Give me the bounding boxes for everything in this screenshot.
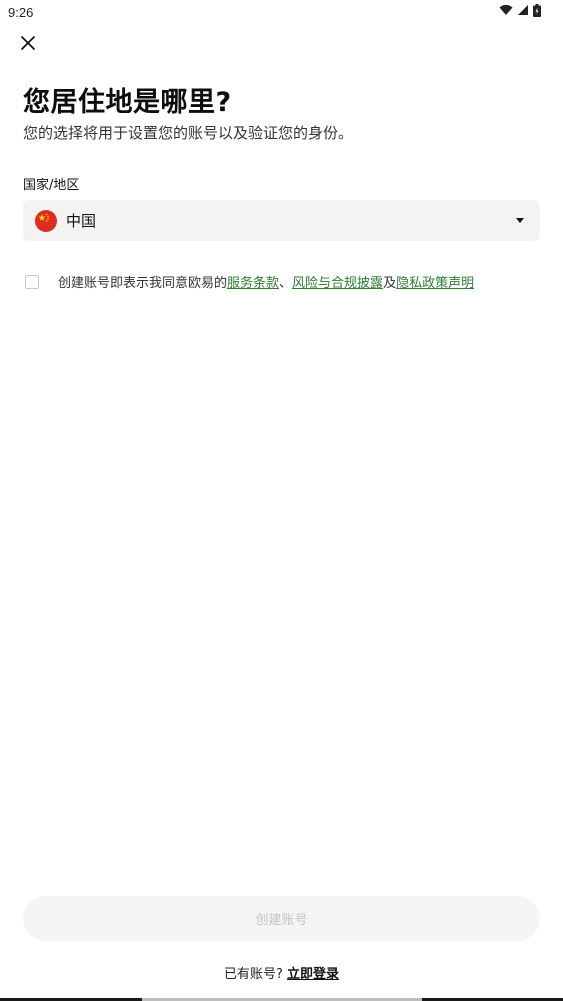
page-subtitle: 您的选择将用于设置您的账号以及验证您的身份。 bbox=[23, 124, 354, 142]
terms-separator-2: 及 bbox=[383, 276, 397, 291]
china-flag-icon bbox=[35, 209, 57, 232]
signup-screen: 9:26 您居住地是哪里? 您的选择将用于设置您的账号以及验证您的身份。 国家/… bbox=[0, 0, 563, 1001]
country-field-label: 国家/地区 bbox=[23, 178, 80, 193]
login-prompt: 已有账号? 立即登录 bbox=[0, 963, 563, 982]
login-prompt-text: 已有账号? bbox=[223, 967, 283, 982]
close-icon bbox=[21, 35, 35, 54]
status-icons bbox=[499, 3, 541, 21]
status-time: 9:26 bbox=[8, 4, 34, 20]
terms-separator-1: 、 bbox=[279, 276, 293, 291]
create-account-button[interactable]: 创建账号 bbox=[23, 896, 540, 941]
battery-icon bbox=[533, 3, 541, 21]
terms-prefix: 创建账号即表示我同意欧易的 bbox=[58, 276, 228, 291]
close-button[interactable] bbox=[16, 32, 40, 56]
terms-checkbox[interactable] bbox=[25, 274, 39, 289]
page-title: 您居住地是哪里? bbox=[23, 87, 232, 118]
terms-of-service-link[interactable]: 服务条款 bbox=[227, 272, 279, 291]
terms-agreement: 创建账号即表示我同意欧易的 服务条款 、 风险与合规披露 及 隐私政策声明 bbox=[25, 272, 474, 291]
login-link[interactable]: 立即登录 bbox=[287, 967, 339, 982]
risk-disclosure-link[interactable]: 风险与合规披露 bbox=[292, 272, 383, 291]
wifi-icon bbox=[499, 4, 513, 20]
country-select[interactable]: 中国 bbox=[23, 200, 540, 241]
status-bar: 9:26 bbox=[0, 0, 563, 24]
caret-down-icon bbox=[516, 218, 524, 223]
signal-icon bbox=[517, 4, 529, 20]
selected-country: 中国 bbox=[66, 212, 97, 230]
privacy-policy-link[interactable]: 隐私政策声明 bbox=[396, 272, 474, 291]
